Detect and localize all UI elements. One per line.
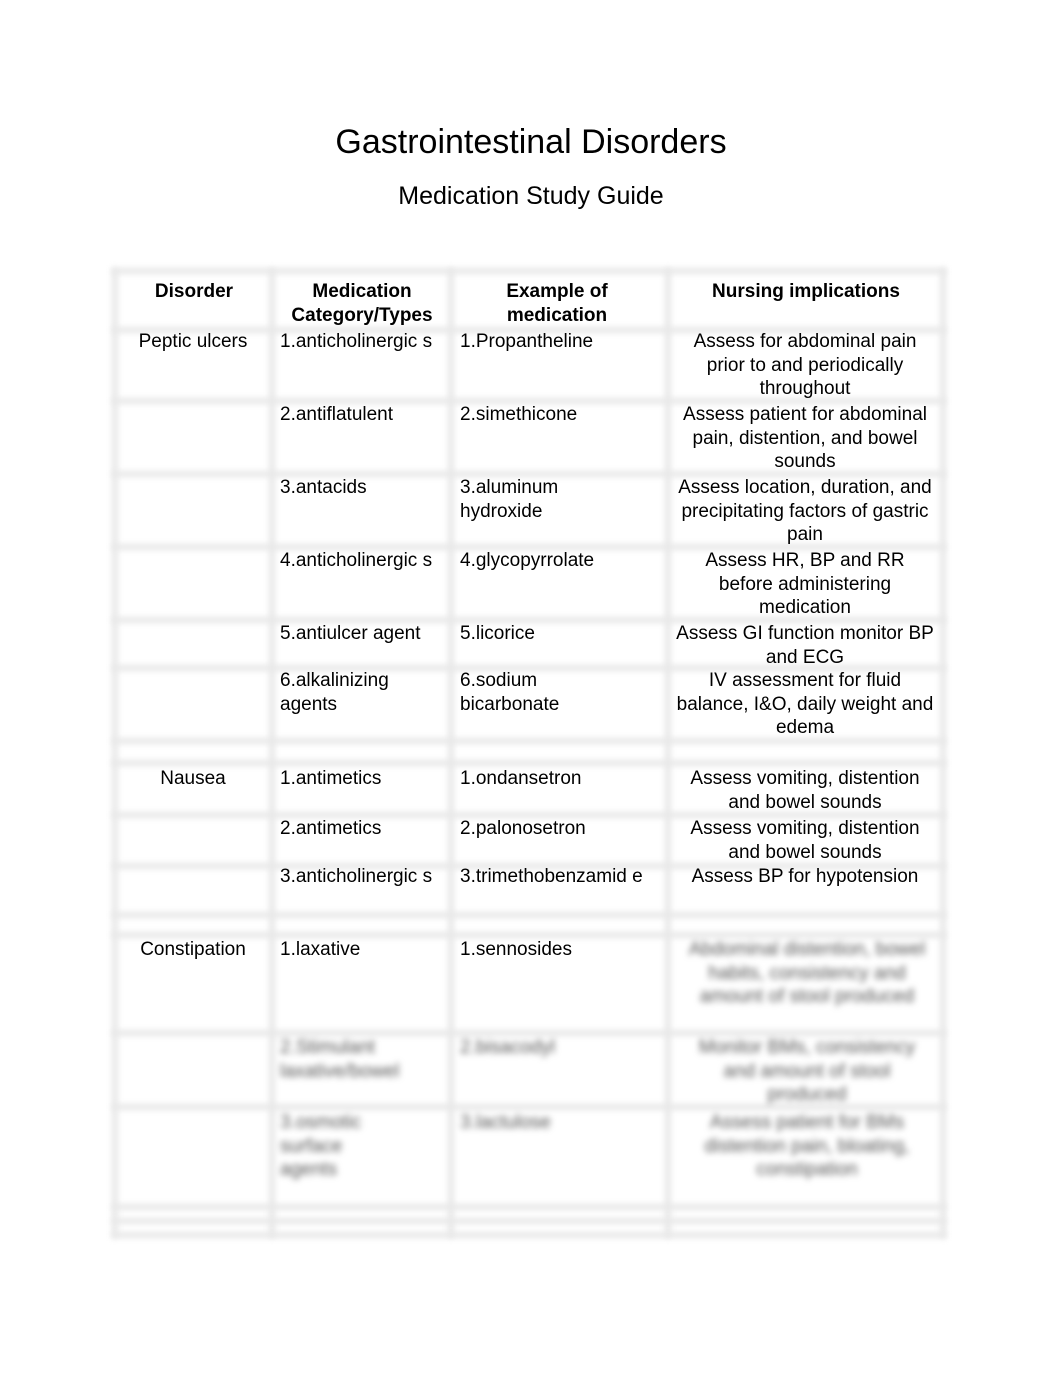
cell-category-blurred: 2.Stimulant laxative/bowel xyxy=(280,1037,400,1082)
cell-implication-blurred: Abdominal distention, bowel habits, cons… xyxy=(688,939,926,1007)
cell-implication: Assess BP for hypotension xyxy=(691,866,919,887)
cell-implication: Assess vomiting, distention and bowel so… xyxy=(690,818,920,863)
cell-disorder: Peptic ulcers xyxy=(138,331,248,352)
row-divider xyxy=(112,912,946,918)
cell-implication: Assess HR, BP and RR before administerin… xyxy=(705,550,905,618)
cell-implication: Assess for abdominal pain prior to and p… xyxy=(693,331,917,399)
row-divider xyxy=(112,1204,946,1210)
cell-category: 1.anticholinergic s xyxy=(280,331,433,352)
row-divider xyxy=(112,1218,946,1224)
cell-implication: IV assessment for fluid balance, I&O, da… xyxy=(676,670,934,738)
cell-example-blurred: 2.bisacodyl xyxy=(460,1037,556,1058)
cell-implication: Assess vomiting, distention and bowel so… xyxy=(690,768,920,813)
column-divider xyxy=(665,268,671,1238)
cell-example: 4.glycopyrrolate xyxy=(460,550,595,571)
column-header-disorder: Disorder xyxy=(154,281,234,302)
cell-implication: Assess location, duration, and precipita… xyxy=(678,477,932,545)
table-border-right xyxy=(940,268,946,1238)
column-divider xyxy=(448,268,454,1238)
cell-implication-blurred: Assess patient for BMs distention pain, … xyxy=(704,1112,910,1180)
cell-category: 2.antiflatulent xyxy=(280,404,394,425)
column-header-example: Example of medication xyxy=(506,281,608,326)
cell-category: 1.laxative xyxy=(280,939,361,960)
row-divider xyxy=(112,760,946,766)
column-divider xyxy=(269,268,275,1238)
cell-implication: Assess patient for abdominal pain, diste… xyxy=(683,404,927,472)
cell-example-blurred: 3.lactulose xyxy=(460,1112,551,1133)
cell-category: 2.antimetics xyxy=(280,818,382,839)
cell-example: 1.sennosides xyxy=(460,939,572,960)
cell-implication-blurred: Monitor BMs, consistency and amount of s… xyxy=(698,1037,916,1105)
cell-example: 1.Propantheline xyxy=(460,331,594,352)
cell-category-blurred: 3.osmotic surface agents xyxy=(280,1112,362,1180)
document-subtitle: Medication Study Guide xyxy=(398,182,664,210)
cell-example: 5.licorice xyxy=(460,623,535,644)
cell-category: 3.antacids xyxy=(280,477,367,498)
table-border-top xyxy=(112,268,946,274)
cell-category: 6.alkalinizing agents xyxy=(280,670,389,715)
table-border-left xyxy=(112,268,118,1238)
column-header-category: Medication Category/Types xyxy=(291,281,433,326)
cell-example: 6.sodium bicarbonate xyxy=(460,670,560,715)
medication-table: Disorder Medication Category/Types Examp… xyxy=(112,268,946,1238)
cell-category: 1.antimetics xyxy=(280,768,382,789)
table-border-bottom xyxy=(112,1232,946,1238)
cell-example: 3.trimethobenzamid e xyxy=(460,866,643,887)
cell-implication: Assess GI function monitor BP and ECG xyxy=(676,623,934,668)
cell-example: 2.simethicone xyxy=(460,404,578,425)
column-header-nursing-implications: Nursing implications xyxy=(712,281,900,302)
document-title: Gastrointestinal Disorders xyxy=(335,123,727,161)
cell-disorder: Constipation xyxy=(140,939,246,960)
cell-disorder: Nausea xyxy=(160,768,226,789)
cell-category: 4.anticholinergic s xyxy=(280,550,433,571)
cell-example: 2.palonosetron xyxy=(460,818,586,839)
cell-category: 5.antiulcer agent xyxy=(280,623,421,644)
cell-example: 1.ondansetron xyxy=(460,768,582,789)
cell-category: 3.anticholinergic s xyxy=(280,866,433,887)
cell-example: 3.aluminum hydroxide xyxy=(460,477,559,522)
